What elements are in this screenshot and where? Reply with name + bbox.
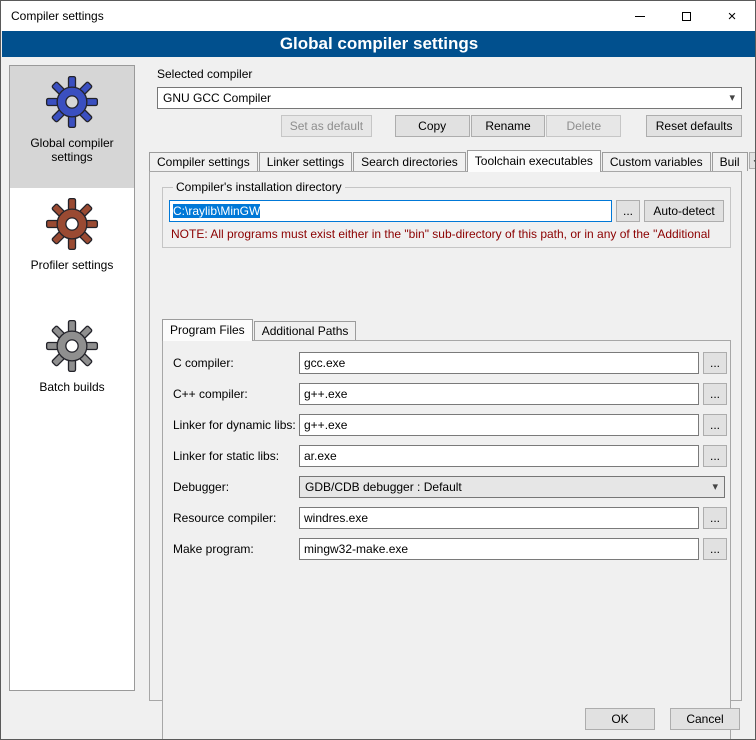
maximize-button[interactable] [663,1,709,31]
rename-button[interactable]: Rename [471,115,546,137]
selected-compiler-value: GNU GCC Compiler [163,91,271,105]
sidebar-item-global-compiler-settings[interactable]: Global compiler settings [10,66,134,188]
toolchain-executables-panel: Compiler's installation directory C:\ray… [149,171,742,701]
dialog-header-title: Global compiler settings [2,31,756,57]
gear-blue-icon [44,74,100,130]
field-row-make-program: Make program: ... [173,538,727,560]
subtab-additional-paths[interactable]: Additional Paths [254,321,357,340]
c-compiler-input[interactable] [299,352,699,374]
selected-path-text: C:\raylib\MinGW [173,204,260,218]
tab-build-options-truncated[interactable]: Buil [712,152,748,171]
close-button[interactable]: × [709,1,755,31]
chevron-down-icon: ▾ [729,88,735,108]
delete-button[interactable]: Delete [546,115,621,137]
minimize-button[interactable] [617,1,663,31]
resource-compiler-browse-button[interactable]: ... [703,507,727,529]
main-content: Selected compiler GNU GCC Compiler ▾ Set… [147,63,749,703]
debugger-dropdown[interactable]: GDB/CDB debugger : Default ▾ [299,476,725,498]
settings-category-list: Global compiler settings Profiler settin… [9,65,135,691]
program-files-tab-bar: Program Files Additional Paths [162,320,731,340]
minimize-icon [635,16,645,17]
debugger-value: GDB/CDB debugger : Default [305,480,462,494]
tab-scroll-left-icon[interactable]: ◀ [749,152,756,169]
dynamic-linker-browse-button[interactable]: ... [703,414,727,436]
tab-scrollers: ◀ ▶ [749,152,756,169]
settings-tab-bar: Compiler settings Linker settings Search… [149,151,745,171]
chevron-down-icon: ▾ [712,477,718,497]
cancel-button[interactable]: Cancel [670,708,740,730]
gear-brown-icon [44,196,100,252]
gear-gray-icon [44,318,100,374]
sidebar-item-profiler-settings[interactable]: Profiler settings [10,188,134,310]
ok-button[interactable]: OK [585,708,655,730]
sidebar-item-label: Profiler settings [12,258,132,272]
sidebar-item-batch-builds[interactable]: Batch builds [10,310,134,432]
static-linker-label: Linker for static libs: [173,449,299,463]
resource-compiler-input[interactable] [299,507,699,529]
window-controls: × [617,1,755,31]
selected-compiler-label: Selected compiler [157,67,252,81]
field-row-c-compiler: C compiler: ... [173,352,727,374]
compiler-actions: Set as default Copy Rename Delete Reset … [157,115,742,137]
static-linker-input[interactable] [299,445,699,467]
copy-button[interactable]: Copy [395,115,470,137]
sidebar-item-label: Batch builds [12,380,132,394]
auto-detect-button[interactable]: Auto-detect [644,200,724,222]
reset-defaults-button[interactable]: Reset defaults [646,115,742,137]
field-row-resource-compiler: Resource compiler: ... [173,507,727,529]
installation-note: NOTE: All programs must exist either in … [171,227,722,241]
installation-directory-label: Compiler's installation directory [173,180,345,194]
dynamic-linker-label: Linker for dynamic libs: [173,418,299,432]
field-row-cpp-compiler: C++ compiler: ... [173,383,727,405]
close-icon: × [728,9,737,24]
make-program-input[interactable] [299,538,699,560]
installation-directory-input[interactable]: C:\raylib\MinGW [169,200,612,222]
cpp-compiler-browse-button[interactable]: ... [703,383,727,405]
static-linker-browse-button[interactable]: ... [703,445,727,467]
set-as-default-button[interactable]: Set as default [281,115,372,137]
tab-toolchain-executables[interactable]: Toolchain executables [467,150,601,172]
subtab-program-files[interactable]: Program Files [162,319,253,341]
field-row-static-linker: Linker for static libs: ... [173,445,727,467]
cpp-compiler-label: C++ compiler: [173,387,299,401]
make-program-browse-button[interactable]: ... [703,538,727,560]
installation-directory-row: C:\raylib\MinGW ... Auto-detect [169,200,724,222]
tab-search-directories[interactable]: Search directories [353,152,466,171]
installation-directory-group: Compiler's installation directory C:\ray… [162,180,731,248]
tab-compiler-settings[interactable]: Compiler settings [149,152,258,171]
tab-custom-variables[interactable]: Custom variables [602,152,711,171]
field-row-dynamic-linker: Linker for dynamic libs: ... [173,414,727,436]
debugger-label: Debugger: [173,480,299,494]
field-row-debugger: Debugger: GDB/CDB debugger : Default ▾ [173,476,727,498]
c-compiler-label: C compiler: [173,356,299,370]
selected-compiler-dropdown[interactable]: GNU GCC Compiler ▾ [157,87,742,109]
sidebar-item-label: Global compiler settings [12,136,132,164]
make-program-label: Make program: [173,542,299,556]
dynamic-linker-input[interactable] [299,414,699,436]
installation-directory-browse-button[interactable]: ... [616,200,640,222]
window-title: Compiler settings [11,9,104,23]
program-files-panel: C compiler: ... C++ compiler: ... Linker… [162,340,731,740]
tab-linker-settings[interactable]: Linker settings [259,152,352,171]
c-compiler-browse-button[interactable]: ... [703,352,727,374]
maximize-icon [682,12,691,21]
compiler-settings-dialog: Compiler settings × Global compiler sett… [0,0,756,740]
cpp-compiler-input[interactable] [299,383,699,405]
titlebar: Compiler settings × [1,1,755,31]
resource-compiler-label: Resource compiler: [173,511,299,525]
